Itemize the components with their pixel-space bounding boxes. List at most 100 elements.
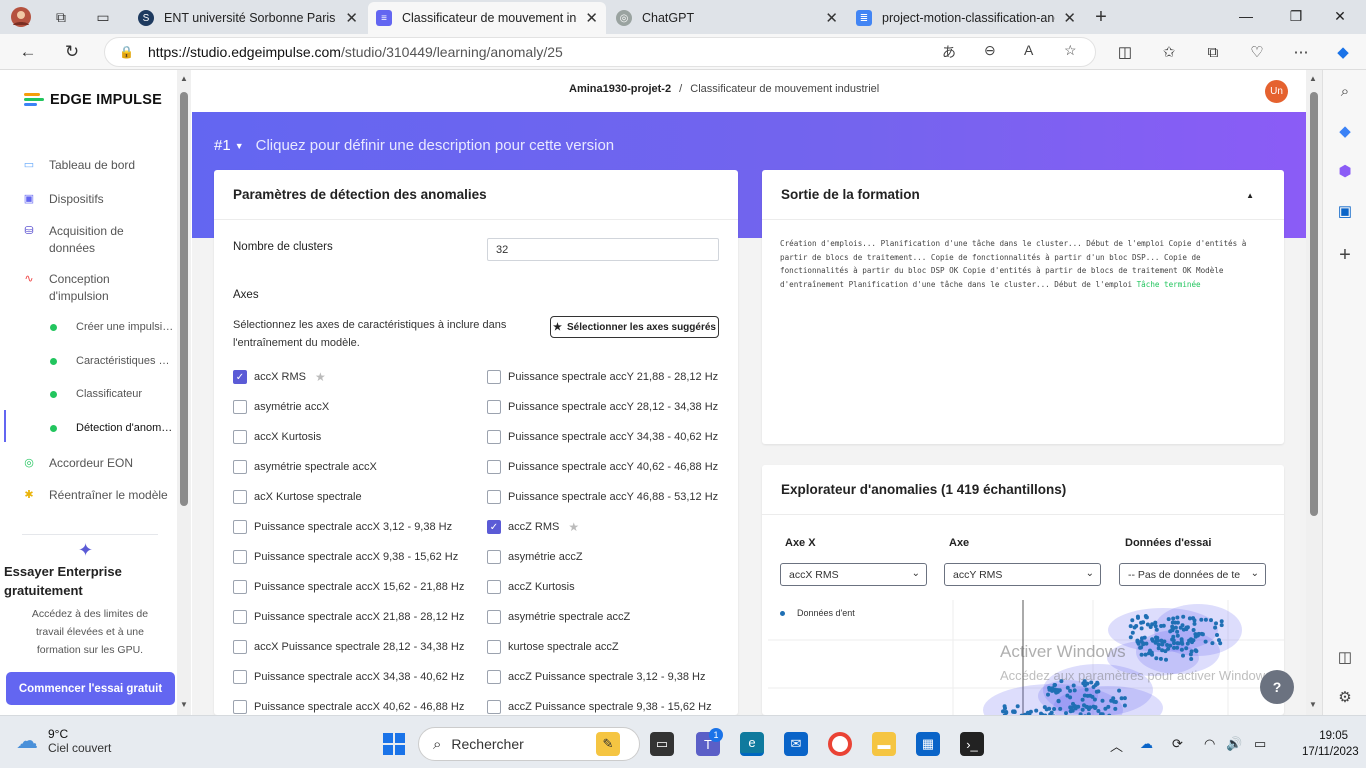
axis-checkbox-row[interactable]: Puissance spectrale accY 40,62 - 46,88 H… <box>487 460 718 474</box>
axis-checkbox-row[interactable]: asymétrie accZ <box>487 550 583 564</box>
nav-classifier[interactable]: Classificateur <box>50 388 174 400</box>
axis-checkbox-row[interactable]: Puissance spectrale accY 34,38 - 40,62 H… <box>487 430 718 444</box>
tab-edge-impulse[interactable]: ≡ Classificateur de mouvement ind ✕ <box>368 2 606 34</box>
axis-checkbox-row[interactable]: acX Kurtose spectrale <box>233 490 362 504</box>
close-icon[interactable]: ✕ <box>345 9 358 27</box>
axis-checkbox-row[interactable]: ✓ accX RMS ★ <box>233 370 326 384</box>
nav-spectral-features[interactable]: Caractéristiques sp... <box>50 355 174 367</box>
split-screen-icon[interactable]: ◫ <box>1114 42 1136 62</box>
checkbox[interactable] <box>487 550 501 564</box>
checkbox[interactable] <box>233 490 247 504</box>
axis-checkbox-row[interactable]: Puissance spectrale accX 3,12 - 9,38 Hz <box>233 520 452 534</box>
checkbox-checked[interactable]: ✓ <box>487 520 501 534</box>
tab-docs[interactable]: ≣ project-motion-classification-anc ✕ <box>848 4 1084 32</box>
checkbox[interactable] <box>233 460 247 474</box>
volume-icon[interactable]: 🔊 <box>1226 736 1242 752</box>
test-data-select[interactable]: -- Pas de données de te ⌄ <box>1119 563 1266 586</box>
checkbox[interactable] <box>233 520 247 534</box>
tab-ent[interactable]: S ENT université Sorbonne Paris No ✕ <box>130 4 366 32</box>
axis-checkbox-row[interactable]: accX Puissance spectrale 28,12 - 34,38 H… <box>233 640 464 654</box>
checkbox[interactable] <box>233 700 247 714</box>
workspaces-icon[interactable]: ⧉ <box>48 6 74 28</box>
weather-widget[interactable]: ☁ 9°C Ciel couvert <box>16 727 111 755</box>
checkbox[interactable] <box>487 610 501 624</box>
scroll-up-icon[interactable]: ▲ <box>180 74 188 83</box>
chrome-icon[interactable] <box>828 732 852 756</box>
profile-avatar-icon[interactable] <box>8 6 34 28</box>
checkbox[interactable] <box>233 610 247 624</box>
checkbox[interactable] <box>487 460 501 474</box>
axis-checkbox-row[interactable]: Puissance spectrale accX 21,88 - 28,12 H… <box>233 610 464 624</box>
mail-icon[interactable]: ✉ <box>784 732 808 756</box>
sync-icon[interactable]: ⟳ <box>1172 736 1183 752</box>
window-close-icon[interactable]: ✕ <box>1320 4 1360 28</box>
page-scrollbar[interactable]: ▲ ▼ <box>1306 70 1322 715</box>
checkbox[interactable] <box>233 550 247 564</box>
tools-icon[interactable]: ⬢ <box>1334 160 1356 182</box>
shopping-icon[interactable]: ◆ <box>1334 120 1356 142</box>
nav-dashboard[interactable]: ▭ Tableau de bord <box>22 157 172 174</box>
y-axis-select[interactable]: accY RMS ⌄ <box>944 563 1101 586</box>
file-explorer-icon[interactable]: ▬ <box>872 732 896 756</box>
checkbox[interactable] <box>487 670 501 684</box>
new-tab-icon[interactable]: + <box>1088 6 1114 28</box>
axis-checkbox-row[interactable]: accZ Puissance spectrale 9,38 - 15,62 Hz <box>487 700 712 714</box>
checkbox[interactable] <box>233 430 247 444</box>
copilot-icon[interactable]: ◆ <box>1332 42 1354 62</box>
axis-checkbox-row[interactable]: ✓ accZ RMS ★ <box>487 520 579 534</box>
checkbox[interactable] <box>487 700 501 714</box>
onedrive-icon[interactable]: ☁ <box>1140 736 1153 752</box>
edge-impulse-logo[interactable]: EDGE IMPULSE <box>24 92 162 108</box>
edge-icon[interactable]: e <box>740 732 764 756</box>
performance-icon[interactable]: ♡ <box>1246 42 1268 62</box>
collapse-icon[interactable]: ▲ <box>1246 191 1254 200</box>
checkbox[interactable] <box>487 430 501 444</box>
refresh-icon[interactable]: ↻ <box>58 38 86 66</box>
axis-checkbox-row[interactable]: asymétrie accX <box>233 400 329 414</box>
nav-devices[interactable]: ▣ Dispositifs <box>22 191 172 208</box>
clock[interactable]: 19:05 17/11/2023 <box>1302 728 1359 760</box>
add-icon[interactable]: + <box>1334 244 1356 266</box>
search-icon[interactable]: ⌕ <box>1334 80 1356 102</box>
close-icon[interactable]: ✕ <box>825 9 838 27</box>
nav-data-acquisition[interactable]: ⛁ Acquisition de données <box>22 223 172 257</box>
axis-checkbox-row[interactable]: Puissance spectrale accX 15,62 - 21,88 H… <box>233 580 464 594</box>
checkbox[interactable] <box>233 400 247 414</box>
more-menu-icon[interactable]: ⋯ <box>1290 42 1312 62</box>
zoom-icon[interactable]: ⊖ <box>984 42 996 59</box>
x-axis-select[interactable]: accX RMS ⌄ <box>780 563 927 586</box>
scroll-up-icon[interactable]: ▲ <box>1309 74 1317 83</box>
axis-checkbox-row[interactable]: Puissance spectrale accX 40,62 - 46,88 H… <box>233 700 464 714</box>
close-icon[interactable]: ✕ <box>1063 9 1076 27</box>
nav-create-impulse[interactable]: Créer une impulsion <box>50 321 174 333</box>
wifi-icon[interactable]: ◠ <box>1204 736 1215 752</box>
project-link[interactable]: Amina1930-projet-2 <box>569 83 671 95</box>
widget-icon[interactable]: ✎ <box>596 732 620 756</box>
axis-checkbox-row[interactable]: accX Kurtosis <box>233 430 321 444</box>
minimize-icon[interactable]: — <box>1226 4 1266 28</box>
store-icon[interactable]: ▦ <box>916 732 940 756</box>
settings-icon[interactable]: ⚙ <box>1334 686 1356 708</box>
hide-sidebar-icon[interactable]: ◫ <box>1334 646 1356 668</box>
close-icon[interactable]: ✕ <box>585 9 598 27</box>
axis-checkbox-row[interactable]: kurtose spectrale accZ <box>487 640 619 654</box>
checkbox[interactable] <box>233 670 247 684</box>
sidebar-scrollbar[interactable]: ▲ ▼ <box>177 70 191 715</box>
nav-impulse-design[interactable]: ∿ Conception d'impulsion <box>22 271 172 305</box>
nav-eon-tuner[interactable]: ◎ Accordeur EON <box>22 455 172 472</box>
nav-anomaly-detection[interactable]: Détection d'anomal... <box>50 422 174 434</box>
checkbox[interactable] <box>487 400 501 414</box>
checkbox[interactable] <box>487 580 501 594</box>
axis-checkbox-row[interactable]: Puissance spectrale accX 9,38 - 15,62 Hz <box>233 550 458 564</box>
avatar[interactable]: Un <box>1265 80 1288 103</box>
axis-checkbox-row[interactable]: asymétrie spectrale accZ <box>487 610 630 624</box>
checkbox[interactable] <box>233 580 247 594</box>
clusters-input[interactable]: 32 <box>487 238 719 261</box>
checkbox[interactable] <box>487 370 501 384</box>
scroll-down-icon[interactable]: ▼ <box>1309 700 1317 709</box>
checkbox[interactable] <box>233 640 247 654</box>
favorites-icon[interactable]: ✩ <box>1158 42 1180 62</box>
tab-actions-icon[interactable]: ▭ <box>90 6 116 28</box>
scroll-down-icon[interactable]: ▼ <box>180 700 188 709</box>
start-icon[interactable] <box>383 733 405 755</box>
